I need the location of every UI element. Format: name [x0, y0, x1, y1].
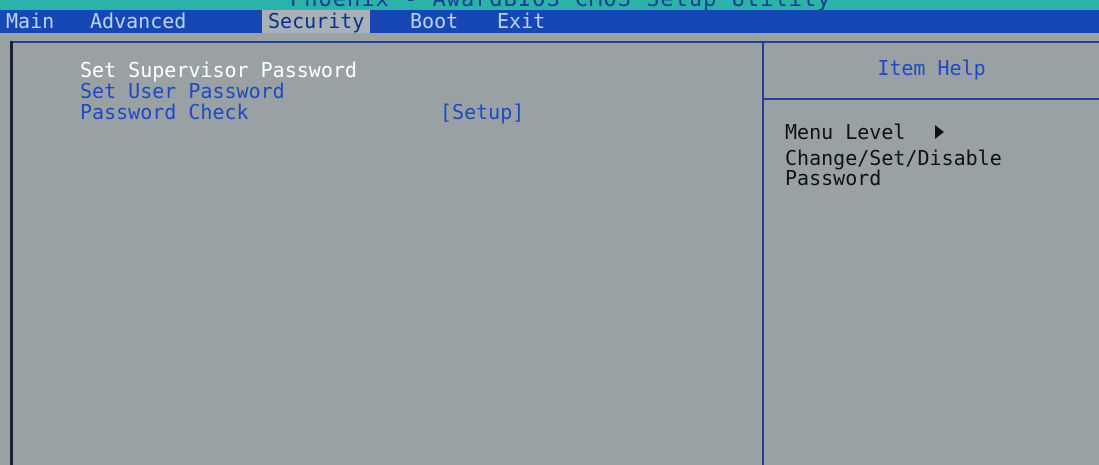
menu-main[interactable]: Main	[6, 10, 54, 33]
window-title: Phoenix - AwardBIOS CMOS Setup Utility	[290, 0, 831, 10]
menu-security[interactable]: Security	[262, 10, 371, 33]
help-description-line1: Change/Set/Disable	[785, 146, 1002, 170]
help-divider	[762, 41, 764, 465]
menu-level-label: Menu Level	[785, 120, 906, 144]
item-set-supervisor-password[interactable]: Set Supervisor Password	[80, 60, 357, 80]
password-check-value[interactable]: [Setup]	[440, 102, 524, 122]
menu-advanced[interactable]: Advanced	[90, 10, 186, 33]
triangle-right-icon	[935, 125, 944, 139]
panel-top-border	[10, 41, 1099, 43]
item-help-title: Item Help	[877, 56, 986, 80]
help-description-line2: Password	[785, 166, 882, 190]
help-separator	[764, 98, 1099, 100]
left-margin	[0, 33, 10, 465]
item-password-check[interactable]: Password Check	[80, 102, 249, 122]
menu-exit[interactable]: Exit	[497, 10, 545, 33]
menu-boot[interactable]: Boot	[410, 10, 458, 33]
panel-left-border	[10, 41, 13, 465]
menu-bar: Main Advanced Security Boot Exit	[0, 10, 1099, 33]
item-set-user-password[interactable]: Set User Password	[80, 81, 285, 101]
